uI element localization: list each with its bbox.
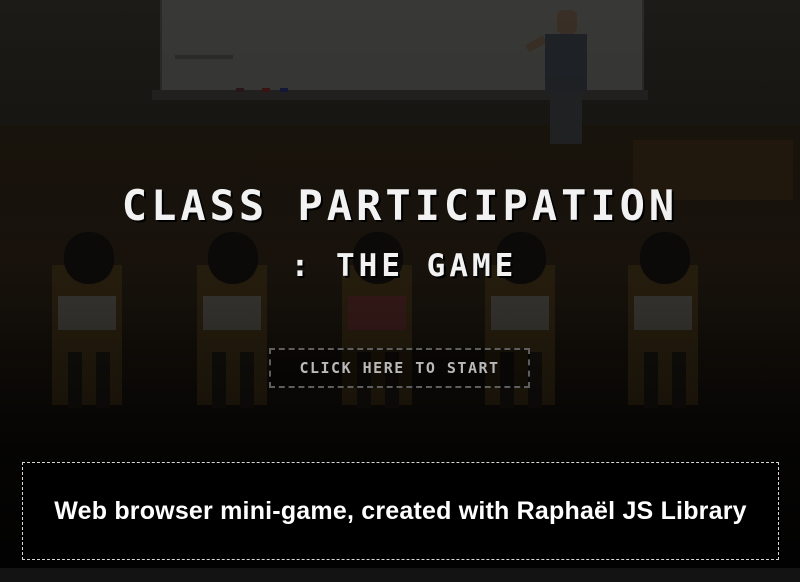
bottom-strip xyxy=(0,568,800,582)
game-subtitle: : THE GAME xyxy=(290,248,518,284)
start-button[interactable]: CLICK HERE TO START xyxy=(269,348,530,388)
game-title: CLASS PARTICIPATION xyxy=(121,181,679,230)
caption-text: Web browser mini-game, created with Raph… xyxy=(54,496,747,525)
start-button-label: CLICK HERE TO START xyxy=(299,359,500,377)
game-screen: CLASS PARTICIPATION : THE GAME CLICK HER… xyxy=(0,0,800,582)
caption-box: Web browser mini-game, created with Raph… xyxy=(22,462,779,560)
